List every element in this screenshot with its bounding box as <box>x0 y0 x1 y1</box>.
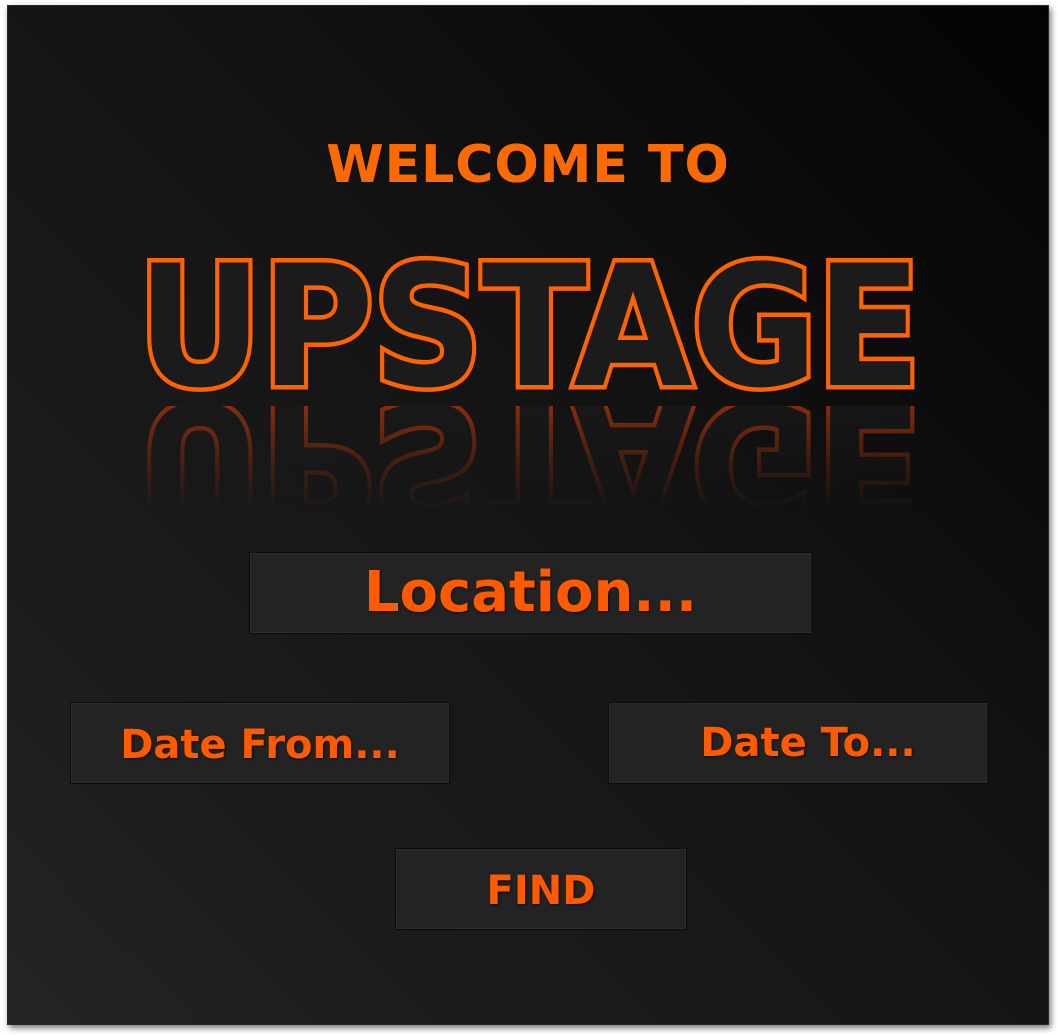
find-button[interactable]: FIND <box>395 848 687 930</box>
app-title-reflection: UPSTAGE <box>132 406 923 511</box>
app-window: WELCOME TO UPSTAGE UPSTAGE Location... D… <box>7 5 1049 1025</box>
welcome-heading: WELCOME TO <box>326 135 730 195</box>
date-from-input[interactable]: Date From... <box>70 702 450 784</box>
location-input[interactable]: Location... <box>249 552 812 634</box>
date-to-input[interactable]: Date To... <box>608 702 988 784</box>
logo-reflection: UPSTAGE <box>8 406 1048 511</box>
logo: UPSTAGE <box>8 229 1048 425</box>
app-title: UPSTAGE <box>133 229 926 425</box>
